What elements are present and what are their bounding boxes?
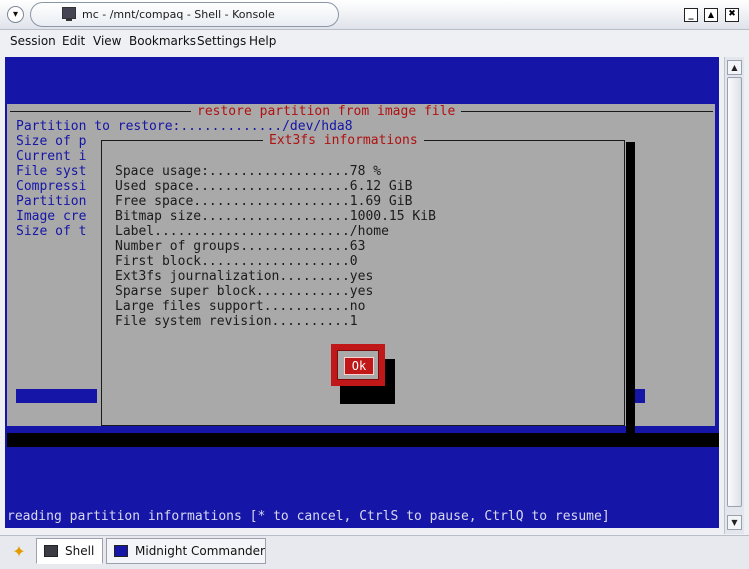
info-line: Ext3fs journalization.........yes	[115, 269, 374, 284]
minimize-button[interactable]: _	[684, 8, 698, 22]
ext3-dialog-title: Ext3fs informations	[263, 133, 424, 148]
close-button[interactable]: ✖	[725, 8, 739, 22]
restore-dialog-shadow	[7, 433, 719, 447]
restore-line: Compressi	[16, 179, 87, 194]
info-line: Label........................./home	[115, 224, 389, 239]
scroll-up-button[interactable]: ▲	[727, 60, 742, 75]
restore-line: File syst	[16, 164, 87, 179]
tab-label: Shell	[65, 544, 95, 558]
status-line: reading partition informations [* to can…	[7, 509, 610, 524]
menu-bookmarks[interactable]: Bookmarks	[129, 34, 196, 48]
info-line: File system revision..........1	[115, 314, 358, 329]
restore-line: Size of t	[16, 224, 87, 239]
menu-settings[interactable]: Settings	[197, 34, 246, 48]
info-line: Bitmap size...................1000.15 Ki…	[115, 209, 436, 224]
scrollbar-thumb[interactable]	[727, 77, 742, 507]
info-line: Number of groups..............63	[115, 239, 366, 254]
info-line: Sparse super block............yes	[115, 284, 374, 299]
window-menu-button[interactable]: ▾	[7, 6, 24, 23]
konsole-app-icon	[62, 7, 76, 21]
menu-help[interactable]: Help	[249, 34, 276, 48]
tab-label: Midnight Commander	[135, 544, 265, 558]
new-session-icon[interactable]: ✦	[6, 540, 32, 564]
window-titlebar: ▾ mc - /mnt/compaq - Shell - Konsole _ ▲…	[0, 0, 749, 30]
info-line: Used space....................6.12 GiB	[115, 179, 413, 194]
window-title: mc - /mnt/compaq - Shell - Konsole	[82, 8, 275, 21]
restore-line: Size of p	[16, 134, 87, 149]
info-line: Large files support...........no	[115, 299, 366, 314]
ext3-dialog-shadow	[626, 142, 635, 435]
scroll-down-button[interactable]: ▼	[727, 515, 742, 530]
menu-bar: Session Edit View Bookmarks Settings Hel…	[0, 31, 749, 53]
maximize-button[interactable]: ▲	[704, 8, 718, 22]
restore-line: Image cre	[16, 209, 87, 224]
restore-line: Current i	[16, 149, 87, 164]
progress-bar-left	[16, 389, 97, 403]
ok-button[interactable]: Ok	[344, 357, 374, 375]
session-tab-bar: ✦ Shell Midnight Commander	[0, 535, 749, 569]
restore-line: Partition	[16, 194, 87, 209]
info-line: Space usage:..................78 %	[115, 164, 382, 179]
menu-session[interactable]: Session	[10, 34, 56, 48]
terminal-icon	[44, 545, 58, 557]
menu-edit[interactable]: Edit	[62, 34, 85, 48]
restore-dialog-title: restore partition from image file	[191, 104, 462, 119]
ok-button-frame: Ok	[331, 344, 385, 386]
menu-view[interactable]: View	[93, 34, 121, 48]
terminal-area[interactable]: restore partition from image file Partit…	[5, 57, 719, 528]
info-line: Free space....................1.69 GiB	[115, 194, 413, 209]
restore-line: Partition to restore:............./dev/h…	[16, 119, 353, 134]
info-line: First block...................0	[115, 254, 358, 269]
terminal-scrollbar[interactable]: ▲ ▼	[724, 57, 744, 534]
tab-shell[interactable]: Shell	[36, 538, 103, 564]
tab-midnight-commander[interactable]: Midnight Commander	[106, 538, 266, 564]
midnight-commander-icon	[114, 545, 128, 557]
progress-bar-right	[635, 389, 645, 403]
